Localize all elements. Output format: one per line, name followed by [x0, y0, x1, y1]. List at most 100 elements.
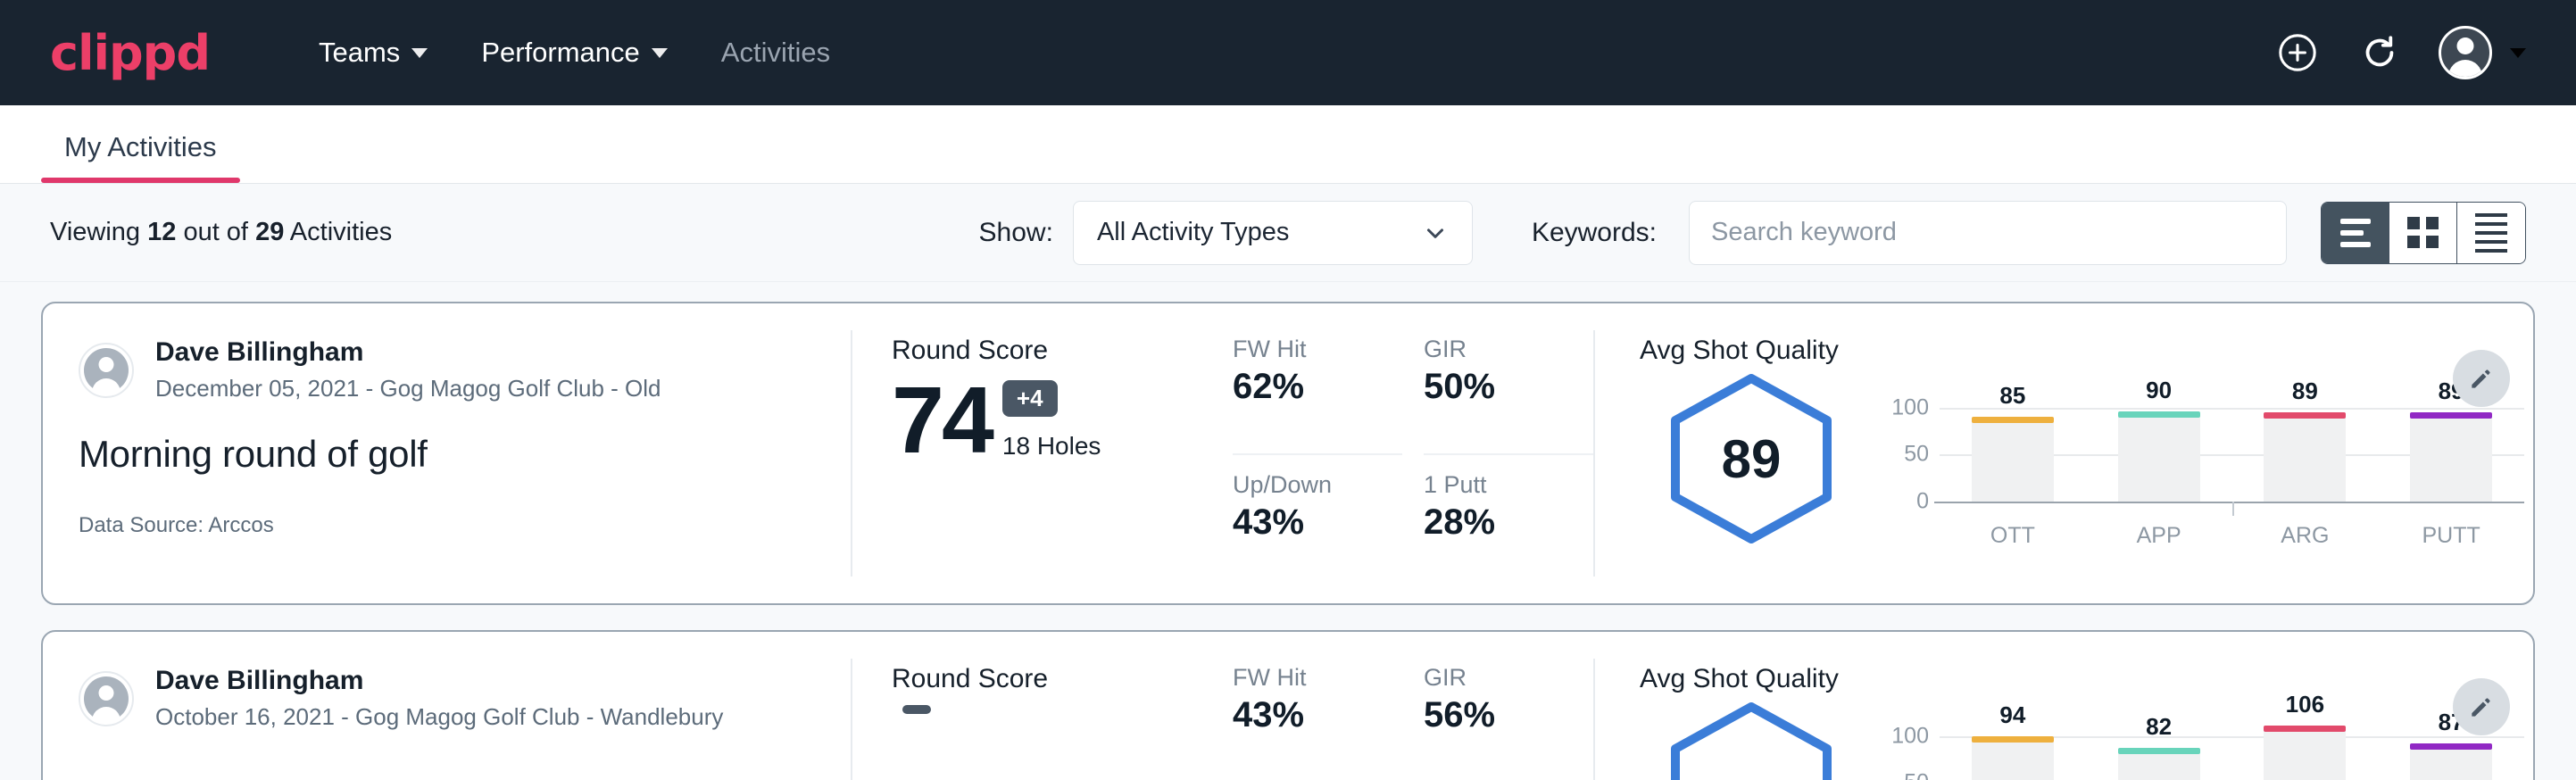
- score-to-par-badge: +4: [1002, 380, 1058, 417]
- chart-x-labels: OTTAPPARGPUTT: [1940, 523, 2524, 549]
- nav-item-performance[interactable]: Performance: [454, 28, 694, 78]
- filter-controls: Show: All Activity Types Keywords: Searc…: [979, 201, 2526, 265]
- chart-bars: 948210687: [1940, 719, 2524, 780]
- search-input[interactable]: Search keyword: [1689, 201, 2287, 265]
- avg-shot-quality-label: Avg Shot Quality: [1640, 664, 2533, 694]
- avg-shot-quality-section: Avg Shot Quality 050100948210687 OTTAPPA…: [1595, 659, 2533, 780]
- chart-y-tick-label: 100: [1891, 394, 1929, 420]
- view-mode-compact[interactable]: [2457, 203, 2525, 263]
- shot-quality-chart: 050100948210687 OTTAPPARGPUTT: [1881, 698, 2533, 780]
- viewing-total: 29: [255, 218, 284, 246]
- primary-nav: Teams Performance Activities: [292, 28, 857, 78]
- round-score-value: 74: [892, 375, 992, 468]
- edit-activity-button[interactable]: [2453, 678, 2510, 735]
- chevron-down-icon: [1422, 220, 1449, 246]
- chart-bar-group: 106: [2264, 719, 2346, 780]
- chart-x-tick-label: APP: [2118, 523, 2200, 549]
- add-button[interactable]: [2274, 29, 2321, 76]
- round-score-label: Round Score: [892, 336, 1209, 366]
- chart-bar-group: 89: [2264, 391, 2346, 502]
- chart-bar-value: 85: [1972, 382, 2054, 410]
- player-row: Dave Billingham October 16, 2021 - Gog M…: [79, 664, 815, 734]
- account-menu[interactable]: [2439, 26, 2526, 79]
- top-navigation-bar: clippd Teams Performance Activities: [0, 0, 2576, 105]
- keywords-label: Keywords:: [1532, 218, 1657, 248]
- shot-quality-chart: 05010085908989 OTTAPPARGPUTT: [1881, 369, 2533, 548]
- stat-value: 62%: [1233, 367, 1381, 407]
- chart-bar-value: 89: [2264, 378, 2346, 405]
- grid-view-icon: [2407, 217, 2439, 248]
- player-name: Dave Billingham: [155, 664, 723, 698]
- tab-my-activities[interactable]: My Activities: [41, 131, 240, 183]
- plus-circle-icon: [2277, 32, 2318, 73]
- avatar: [79, 671, 134, 726]
- chart-bar-group: 90: [2118, 391, 2200, 502]
- score-to-par-badge: [902, 705, 931, 714]
- stat-label: 1 Putt: [1424, 471, 1572, 499]
- nav-item-activities-label: Activities: [721, 37, 830, 69]
- app-logo[interactable]: clippd: [50, 25, 210, 81]
- filter-toolbar: Viewing 12 out of 29 Activities Show: Al…: [0, 184, 2576, 282]
- activity-title: Morning round of golf: [79, 433, 815, 476]
- chart-bar-value: 106: [2264, 691, 2346, 718]
- chart-x-tick-mark: [2232, 502, 2234, 516]
- chart-bar-cap: [2264, 726, 2346, 732]
- chart-gridline: [1934, 502, 2524, 503]
- chart-y-tick-label: 0: [1916, 489, 1929, 515]
- round-stats: FW Hit 62% GIR 50% Up/Down 43% 1 Putt 28…: [1209, 330, 1593, 577]
- avatar-body: [2448, 60, 2482, 79]
- viewing-suffix: Activities: [290, 218, 392, 246]
- stat-fw-hit: FW Hit 62%: [1233, 336, 1402, 455]
- chart-x-tick-label: PUTT: [2410, 523, 2492, 549]
- chart-bar-cap: [1972, 736, 2054, 743]
- activity-meta: December 05, 2021 - Gog Magog Golf Club …: [155, 371, 661, 406]
- refresh-button[interactable]: [2356, 29, 2403, 76]
- compact-view-icon: [2475, 213, 2507, 253]
- chart-plot-area: 05010085908989: [1940, 391, 2524, 502]
- view-mode-list[interactable]: [2322, 203, 2389, 263]
- chart-y-tick-label: 50: [1904, 442, 1929, 468]
- stat-up-down: Up/Down 43%: [1233, 455, 1402, 577]
- activity-summary: Dave Billingham December 05, 2021 - Gog …: [43, 330, 851, 577]
- chart-bar: 87: [2410, 749, 2492, 780]
- view-mode-grid[interactable]: [2389, 203, 2457, 263]
- stat-label: FW Hit: [1233, 664, 1381, 692]
- stat-label: Up/Down: [1233, 471, 1381, 499]
- activity-card[interactable]: Dave Billingham December 05, 2021 - Gog …: [41, 302, 2535, 605]
- round-score-label: Round Score: [892, 664, 1209, 694]
- stat-value: 43%: [1233, 502, 1381, 543]
- stat-gir: GIR 56%: [1424, 664, 1593, 780]
- search-placeholder: Search keyword: [1711, 218, 1897, 247]
- activity-summary: Dave Billingham October 16, 2021 - Gog M…: [43, 659, 851, 780]
- nav-actions: [2274, 26, 2526, 79]
- chevron-down-icon: [411, 48, 428, 58]
- avatar-head: [2457, 37, 2474, 54]
- quality-score-value: 89: [1658, 369, 1845, 548]
- viewing-prefix: Viewing: [50, 218, 140, 246]
- edit-activity-button[interactable]: [2453, 350, 2510, 407]
- chart-bar-group: 94: [1972, 719, 2054, 780]
- nav-item-performance-label: Performance: [481, 37, 639, 69]
- pencil-icon: [2467, 364, 2496, 393]
- chart-bar-cap: [2118, 411, 2200, 418]
- viewing-middle: out of: [183, 218, 248, 246]
- stat-value: 56%: [1424, 695, 1572, 735]
- activity-type-value: All Activity Types: [1097, 218, 1289, 247]
- chart-bar: 89: [2410, 418, 2492, 502]
- nav-item-activities[interactable]: Activities: [694, 28, 857, 78]
- chart-bar: 106: [2264, 731, 2346, 780]
- chart-bar-cap: [1972, 417, 2054, 423]
- activity-type-select[interactable]: All Activity Types: [1073, 201, 1473, 265]
- round-score-section: Round Score 74 +4 18 Holes: [852, 330, 1209, 577]
- round-score-section: Round Score: [852, 659, 1209, 780]
- stat-one-putt: 1 Putt 28%: [1424, 455, 1593, 577]
- nav-item-teams[interactable]: Teams: [292, 28, 454, 78]
- player-name: Dave Billingham: [155, 336, 661, 369]
- activity-card[interactable]: Dave Billingham October 16, 2021 - Gog M…: [41, 630, 2535, 780]
- quality-score-value: [1658, 698, 1845, 780]
- avatar: [2439, 26, 2492, 79]
- chevron-down-icon: [2510, 48, 2526, 58]
- viewing-count: 12: [147, 218, 176, 246]
- stat-label: GIR: [1424, 664, 1572, 692]
- chart-bars: 85908989: [1940, 391, 2524, 502]
